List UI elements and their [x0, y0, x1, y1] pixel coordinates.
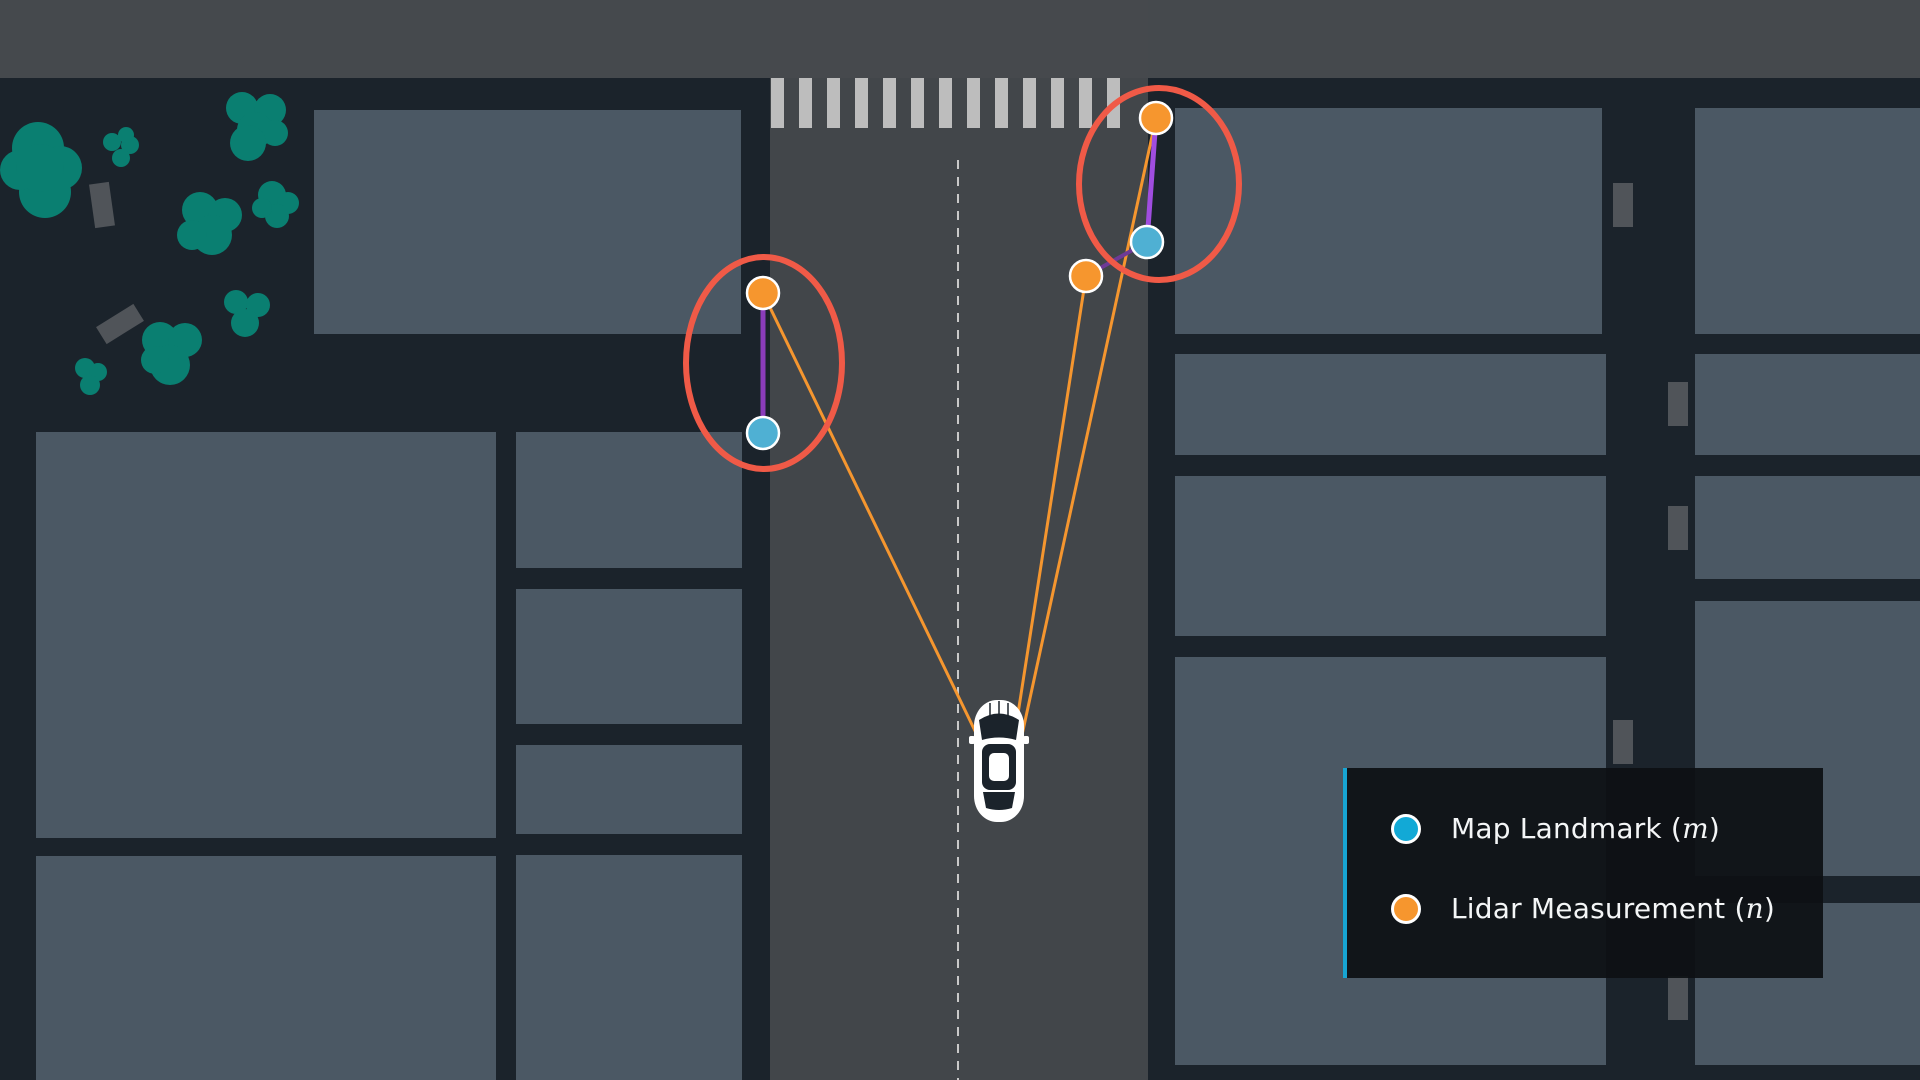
lidar-measurement-point	[745, 275, 781, 311]
legend-variable: n	[1745, 892, 1764, 925]
legend-item-lidar-measurement: Lidar Measurement (n)	[1391, 892, 1775, 925]
legend-label: Map Landmark (	[1451, 812, 1683, 845]
legend: Map Landmark (m) Lidar Measurement (n)	[1343, 768, 1823, 978]
map-landmark-point	[1129, 224, 1165, 260]
legend-variable: m	[1682, 812, 1709, 845]
map-landmark-point	[745, 415, 781, 451]
lidar-measurement-legend-icon	[1391, 893, 1421, 924]
legend-suffix: )	[1708, 812, 1720, 845]
crosswalk-band	[770, 0, 1148, 78]
car-icon	[969, 700, 1029, 822]
legend-item-map-landmark: Map Landmark (m)	[1391, 812, 1720, 845]
lidar-measurement-point	[1068, 258, 1104, 294]
legend-suffix: )	[1763, 892, 1775, 925]
map-landmark-legend-icon	[1391, 813, 1421, 844]
legend-label: Lidar Measurement (	[1451, 892, 1746, 925]
lidar-measurement-point	[1138, 100, 1174, 136]
